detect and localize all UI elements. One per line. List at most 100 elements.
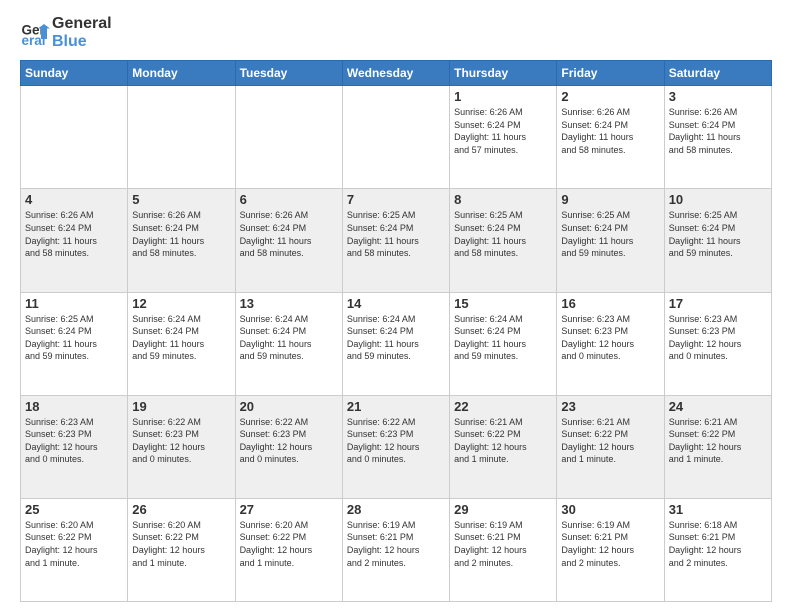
header: Gen eral General Blue xyxy=(20,15,772,50)
page: Gen eral General Blue SundayMondayTuesda… xyxy=(0,0,792,612)
day-number: 31 xyxy=(669,502,767,517)
calendar-cell: 15 Sunrise: 6:24 AM Sunset: 6:24 PM Dayli… xyxy=(450,292,557,395)
day-number: 5 xyxy=(132,192,230,207)
calendar-cell: 2 Sunrise: 6:26 AM Sunset: 6:24 PM Daylig… xyxy=(557,86,664,189)
day-number: 25 xyxy=(25,502,123,517)
day-info: Sunrise: 6:26 AM Sunset: 6:24 PM Dayligh… xyxy=(25,209,123,259)
day-number: 19 xyxy=(132,399,230,414)
weekday-header-tuesday: Tuesday xyxy=(235,61,342,86)
day-number: 27 xyxy=(240,502,338,517)
weekday-header-friday: Friday xyxy=(557,61,664,86)
calendar-week-row: 25 Sunrise: 6:20 AM Sunset: 6:22 PM Dayli… xyxy=(21,498,772,601)
day-info: Sunrise: 6:20 AM Sunset: 6:22 PM Dayligh… xyxy=(240,519,338,569)
weekday-header-sunday: Sunday xyxy=(21,61,128,86)
calendar-cell: 7 Sunrise: 6:25 AM Sunset: 6:24 PM Daylig… xyxy=(342,189,449,292)
calendar-cell: 11Sunrise: 6:25 AM Sunset: 6:24 PM Dayli… xyxy=(21,292,128,395)
calendar-cell xyxy=(21,86,128,189)
calendar-cell: 28 Sunrise: 6:19 AM Sunset: 6:21 PM Dayli… xyxy=(342,498,449,601)
day-info: Sunrise: 6:20 AM Sunset: 6:22 PM Dayligh… xyxy=(132,519,230,569)
calendar-cell: 13 Sunrise: 6:24 AM Sunset: 6:24 PM Dayli… xyxy=(235,292,342,395)
calendar-cell: 31Sunrise: 6:18 AM Sunset: 6:21 PM Dayli… xyxy=(664,498,771,601)
calendar-week-row: 1 Sunrise: 6:26 AM Sunset: 6:24 PM Daylig… xyxy=(21,86,772,189)
day-info: Sunrise: 6:22 AM Sunset: 6:23 PM Dayligh… xyxy=(240,416,338,466)
calendar-cell: 10 Sunrise: 6:25 AM Sunset: 6:24 PM Dayli… xyxy=(664,189,771,292)
day-number: 7 xyxy=(347,192,445,207)
calendar-cell: 22 Sunrise: 6:21 AM Sunset: 6:22 PM Dayli… xyxy=(450,395,557,498)
day-number: 1 xyxy=(454,89,552,104)
day-number: 3 xyxy=(669,89,767,104)
calendar-cell: 17 Sunrise: 6:23 AM Sunset: 6:23 PM Dayli… xyxy=(664,292,771,395)
day-info: Sunrise: 6:26 AM Sunset: 6:24 PM Dayligh… xyxy=(561,106,659,156)
day-info: Sunrise: 6:26 AM Sunset: 6:24 PM Dayligh… xyxy=(132,209,230,259)
weekday-header-row: SundayMondayTuesdayWednesdayThursdayFrid… xyxy=(21,61,772,86)
calendar-cell: 16Sunrise: 6:23 AM Sunset: 6:23 PM Dayli… xyxy=(557,292,664,395)
day-number: 10 xyxy=(669,192,767,207)
day-number: 24 xyxy=(669,399,767,414)
day-number: 15 xyxy=(454,296,552,311)
day-number: 18 xyxy=(25,399,123,414)
day-info: Sunrise: 6:21 AM Sunset: 6:22 PM Dayligh… xyxy=(454,416,552,466)
calendar-cell: 3 Sunrise: 6:26 AM Sunset: 6:24 PM Daylig… xyxy=(664,86,771,189)
calendar-cell: 24Sunrise: 6:21 AM Sunset: 6:22 PM Dayli… xyxy=(664,395,771,498)
day-number: 13 xyxy=(240,296,338,311)
day-info: Sunrise: 6:23 AM Sunset: 6:23 PM Dayligh… xyxy=(669,313,767,363)
day-number: 22 xyxy=(454,399,552,414)
calendar: SundayMondayTuesdayWednesdayThursdayFrid… xyxy=(20,60,772,602)
day-info: Sunrise: 6:26 AM Sunset: 6:24 PM Dayligh… xyxy=(669,106,767,156)
day-info: Sunrise: 6:25 AM Sunset: 6:24 PM Dayligh… xyxy=(561,209,659,259)
calendar-cell: 21 Sunrise: 6:22 AM Sunset: 6:23 PM Dayli… xyxy=(342,395,449,498)
day-info: Sunrise: 6:24 AM Sunset: 6:24 PM Dayligh… xyxy=(240,313,338,363)
day-info: Sunrise: 6:26 AM Sunset: 6:24 PM Dayligh… xyxy=(240,209,338,259)
weekday-header-wednesday: Wednesday xyxy=(342,61,449,86)
logo-icon: Gen eral xyxy=(20,18,50,48)
calendar-cell: 30Sunrise: 6:19 AM Sunset: 6:21 PM Dayli… xyxy=(557,498,664,601)
weekday-header-thursday: Thursday xyxy=(450,61,557,86)
day-number: 20 xyxy=(240,399,338,414)
day-number: 16 xyxy=(561,296,659,311)
calendar-cell: 5 Sunrise: 6:26 AM Sunset: 6:24 PM Daylig… xyxy=(128,189,235,292)
calendar-cell xyxy=(235,86,342,189)
logo: Gen eral General Blue xyxy=(20,15,112,50)
calendar-cell: 6 Sunrise: 6:26 AM Sunset: 6:24 PM Daylig… xyxy=(235,189,342,292)
day-number: 28 xyxy=(347,502,445,517)
calendar-cell: 4 Sunrise: 6:26 AM Sunset: 6:24 PM Daylig… xyxy=(21,189,128,292)
day-info: Sunrise: 6:26 AM Sunset: 6:24 PM Dayligh… xyxy=(454,106,552,156)
day-number: 29 xyxy=(454,502,552,517)
day-number: 8 xyxy=(454,192,552,207)
calendar-cell: 29 Sunrise: 6:19 AM Sunset: 6:21 PM Dayli… xyxy=(450,498,557,601)
day-info: Sunrise: 6:24 AM Sunset: 6:24 PM Dayligh… xyxy=(454,313,552,363)
day-info: Sunrise: 6:25 AM Sunset: 6:24 PM Dayligh… xyxy=(454,209,552,259)
day-number: 30 xyxy=(561,502,659,517)
calendar-cell: 14Sunrise: 6:24 AM Sunset: 6:24 PM Dayli… xyxy=(342,292,449,395)
day-info: Sunrise: 6:24 AM Sunset: 6:24 PM Dayligh… xyxy=(132,313,230,363)
day-info: Sunrise: 6:19 AM Sunset: 6:21 PM Dayligh… xyxy=(454,519,552,569)
day-info: Sunrise: 6:25 AM Sunset: 6:24 PM Dayligh… xyxy=(669,209,767,259)
weekday-header-saturday: Saturday xyxy=(664,61,771,86)
day-info: Sunrise: 6:25 AM Sunset: 6:24 PM Dayligh… xyxy=(347,209,445,259)
weekday-header-monday: Monday xyxy=(128,61,235,86)
calendar-week-row: 18 Sunrise: 6:23 AM Sunset: 6:23 PM Dayli… xyxy=(21,395,772,498)
calendar-cell xyxy=(128,86,235,189)
day-number: 17 xyxy=(669,296,767,311)
day-number: 9 xyxy=(561,192,659,207)
day-info: Sunrise: 6:22 AM Sunset: 6:23 PM Dayligh… xyxy=(347,416,445,466)
day-number: 26 xyxy=(132,502,230,517)
day-number: 4 xyxy=(25,192,123,207)
calendar-cell: 19Sunrise: 6:22 AM Sunset: 6:23 PM Dayli… xyxy=(128,395,235,498)
logo-text-blue: Blue xyxy=(52,33,112,51)
day-number: 21 xyxy=(347,399,445,414)
day-number: 23 xyxy=(561,399,659,414)
day-number: 2 xyxy=(561,89,659,104)
calendar-cell: 27 Sunrise: 6:20 AM Sunset: 6:22 PM Dayli… xyxy=(235,498,342,601)
day-number: 6 xyxy=(240,192,338,207)
calendar-cell: 8 Sunrise: 6:25 AM Sunset: 6:24 PM Daylig… xyxy=(450,189,557,292)
calendar-cell: 12Sunrise: 6:24 AM Sunset: 6:24 PM Dayli… xyxy=(128,292,235,395)
day-info: Sunrise: 6:20 AM Sunset: 6:22 PM Dayligh… xyxy=(25,519,123,569)
calendar-cell xyxy=(342,86,449,189)
calendar-cell: 9 Sunrise: 6:25 AM Sunset: 6:24 PM Daylig… xyxy=(557,189,664,292)
day-number: 11 xyxy=(25,296,123,311)
day-info: Sunrise: 6:19 AM Sunset: 6:21 PM Dayligh… xyxy=(347,519,445,569)
day-info: Sunrise: 6:23 AM Sunset: 6:23 PM Dayligh… xyxy=(25,416,123,466)
calendar-cell: 25 Sunrise: 6:20 AM Sunset: 6:22 PM Dayli… xyxy=(21,498,128,601)
day-info: Sunrise: 6:21 AM Sunset: 6:22 PM Dayligh… xyxy=(561,416,659,466)
